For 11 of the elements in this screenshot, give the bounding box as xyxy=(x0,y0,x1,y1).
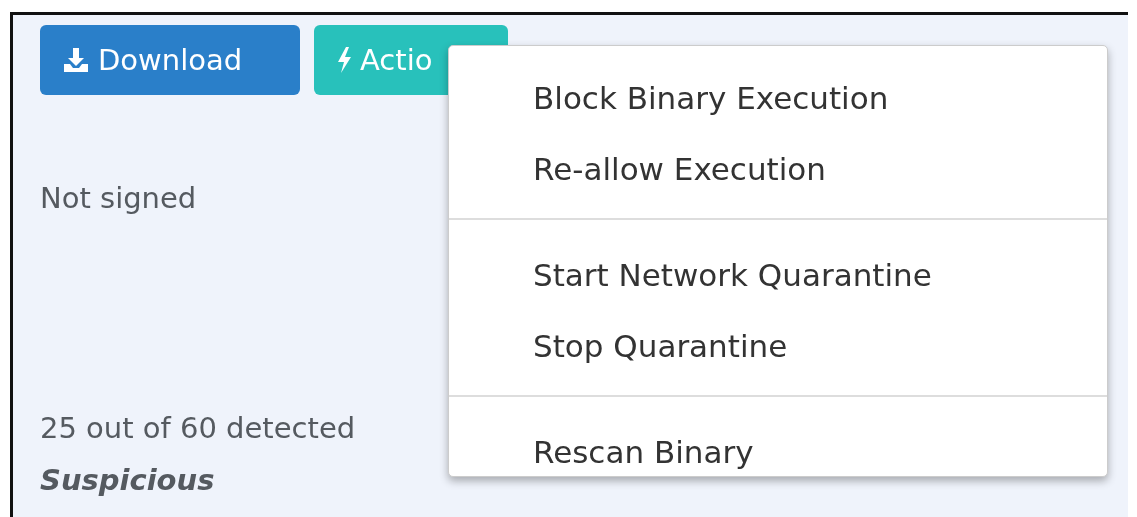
download-button[interactable]: Download xyxy=(40,25,300,95)
verdict-text: Suspicious xyxy=(40,463,215,497)
menu-item[interactable]: Block Binary Execution xyxy=(533,80,889,116)
download-icon xyxy=(62,46,90,74)
menu-item[interactable]: Stop Quarantine xyxy=(533,328,788,364)
menu-item[interactable]: Re-allow Execution xyxy=(533,151,826,187)
menu-item[interactable]: Start Network Quarantine xyxy=(533,257,932,293)
menu-item[interactable]: Rescan Binary xyxy=(533,434,754,470)
detail-text: Not signed xyxy=(40,181,197,215)
lightning-icon xyxy=(336,46,352,74)
detail-text: 25 out of 60 detected xyxy=(40,411,356,445)
